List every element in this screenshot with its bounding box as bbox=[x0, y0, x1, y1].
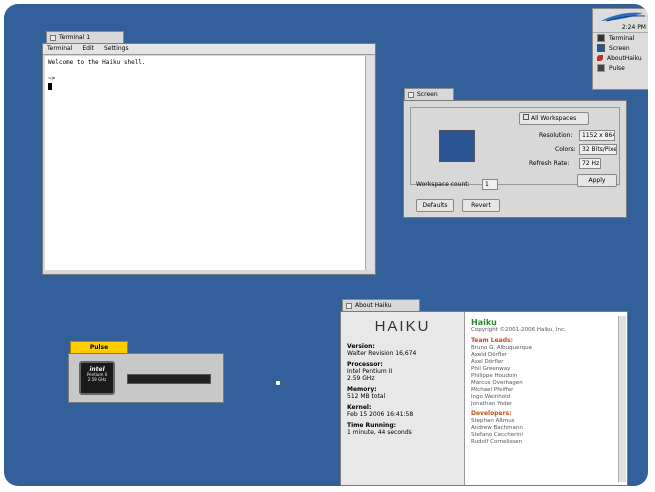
team-list: Bruno G. Albuquerque Axeld Dörfler Axel Dö… bbox=[471, 345, 615, 408]
team-heading: Team Leads: bbox=[471, 337, 513, 344]
team-member: Axeld Dörfler bbox=[471, 352, 507, 358]
uptime-value: 1 minute, 44 seconds bbox=[347, 429, 412, 436]
deskbar-item-screen[interactable]: Screen bbox=[593, 43, 648, 53]
deskbar-clock[interactable]: 2:24 PM bbox=[593, 23, 648, 33]
terminal-window: Terminal Edit Settings Welcome to the Ha… bbox=[42, 43, 376, 275]
processor-value: Intel Pentium II 2.59 GHz bbox=[347, 368, 393, 382]
checkbox-icon bbox=[523, 114, 529, 120]
apply-button[interactable]: Apply bbox=[577, 174, 617, 187]
terminal-tab[interactable]: Terminal 1 bbox=[46, 31, 124, 43]
deskbar-item-label: AboutHaiku bbox=[607, 54, 642, 62]
credits-view[interactable]: Haiku Copyright ©2001-2006 Haiku, Inc. T… bbox=[471, 318, 615, 481]
deskbar: 2:24 PM Terminal Screen AboutHaiku Pulse bbox=[592, 8, 648, 90]
revert-button[interactable]: Revert bbox=[462, 199, 500, 212]
close-icon[interactable] bbox=[346, 303, 352, 309]
team-member: Ingo Weinhold bbox=[471, 394, 511, 400]
deskbar-item-label: Pulse bbox=[609, 64, 625, 72]
developer-list: Stephan Aßmus Andrew Bachmann Stefano Cecc… bbox=[471, 418, 615, 446]
haiku-logo: HAIKU bbox=[374, 318, 431, 335]
cpu-load-bar bbox=[127, 374, 211, 384]
version-heading: Version: bbox=[347, 343, 375, 350]
screen-icon bbox=[597, 44, 605, 52]
haiku-leaf-icon bbox=[597, 55, 603, 61]
cpu-speed: 2.59 GHz bbox=[87, 377, 107, 382]
resolution-label: Resolution: bbox=[539, 132, 573, 139]
deskbar-item-terminal[interactable]: Terminal bbox=[593, 33, 648, 43]
workspaces-menu[interactable]: All Workspaces bbox=[519, 112, 589, 125]
refresh-select[interactable]: 72 Hz bbox=[579, 158, 601, 169]
screen-tab[interactable]: Screen bbox=[404, 88, 454, 100]
deskbar-item-label: Screen bbox=[609, 44, 630, 52]
terminal-line: Welcome to the Haiku shell. bbox=[48, 59, 146, 66]
credits-copyright: Copyright ©2001-2006 Haiku, Inc. bbox=[471, 327, 566, 333]
terminal-line: ~> bbox=[48, 75, 56, 82]
menu-terminal[interactable]: Terminal bbox=[43, 44, 77, 54]
about-tab[interactable]: About Haiku bbox=[342, 299, 420, 311]
about-window: HAIKU Version: Walter Revision 16,674 Pro… bbox=[340, 311, 628, 486]
about-left-panel: HAIKU Version: Walter Revision 16,674 Pro… bbox=[341, 312, 465, 485]
resolution-select[interactable]: 1152 x 864 bbox=[579, 130, 615, 141]
kernel-heading: Kernel: bbox=[347, 404, 372, 411]
mouse-pointer bbox=[276, 381, 280, 385]
colors-select[interactable]: 32 Bits/Pixel bbox=[579, 144, 617, 155]
workspace-count-select[interactable]: 1 bbox=[482, 179, 498, 190]
workspace-count-label: Workspace count: bbox=[416, 181, 470, 188]
team-member: Michael Pfeiffer bbox=[471, 387, 514, 393]
developer-name: Stephan Aßmus bbox=[471, 418, 515, 424]
deskbar-item-abouthaiku[interactable]: AboutHaiku bbox=[593, 53, 648, 63]
pulse-icon bbox=[597, 64, 605, 72]
close-icon[interactable] bbox=[50, 35, 56, 41]
window-title: Terminal 1 bbox=[59, 34, 91, 41]
deskbar-leaf-icon[interactable] bbox=[593, 9, 648, 23]
memory-heading: Memory: bbox=[347, 386, 377, 393]
processor-heading: Processor: bbox=[347, 361, 383, 368]
menu-edit[interactable]: Edit bbox=[77, 44, 99, 54]
credits-title: Haiku bbox=[471, 318, 497, 327]
screen-window: All Workspaces Resolution: 1152 x 864 Co… bbox=[403, 100, 627, 218]
deskbar-item-pulse[interactable]: Pulse bbox=[593, 63, 648, 73]
team-member: Axel Dörfler bbox=[471, 359, 504, 365]
uptime-heading: Time Running: bbox=[347, 422, 397, 429]
terminal-menubar: Terminal Edit Settings bbox=[43, 44, 375, 55]
memory-value: 512 MB total bbox=[347, 393, 386, 400]
kernel-value: Feb 15 2006 16:41:58 bbox=[347, 411, 414, 418]
terminal-cursor bbox=[48, 83, 52, 90]
credits-scrollbar[interactable] bbox=[618, 316, 626, 482]
version-value: Walter Revision 16,674 bbox=[347, 350, 417, 357]
terminal-scrollbar[interactable] bbox=[365, 56, 374, 270]
dev-heading: Developers: bbox=[471, 410, 512, 417]
pulse-window: intel Pentium II 2.59 GHz bbox=[68, 353, 224, 403]
deskbar-item-label: Terminal bbox=[609, 34, 635, 42]
developer-name: Andrew Bachmann bbox=[471, 425, 523, 431]
team-member: Philippe Houdoin bbox=[471, 373, 518, 379]
team-member: Marcus Overhagen bbox=[471, 380, 523, 386]
screen-panel: All Workspaces Resolution: 1152 x 864 Co… bbox=[410, 107, 620, 187]
cpu-chip-icon: intel Pentium II 2.59 GHz bbox=[79, 361, 115, 395]
menu-settings[interactable]: Settings bbox=[99, 44, 134, 54]
pulse-tab[interactable]: Pulse bbox=[70, 341, 128, 353]
developer-name: Rudolf Cornelissen bbox=[471, 439, 523, 445]
monitor-preview bbox=[439, 130, 475, 162]
colors-label: Colors: bbox=[555, 146, 576, 153]
window-title: Screen bbox=[417, 91, 438, 98]
team-member: Phil Greenway bbox=[471, 366, 511, 372]
terminal-icon bbox=[597, 34, 605, 42]
desktop[interactable]: 2:24 PM Terminal Screen AboutHaiku Pulse… bbox=[4, 4, 648, 486]
defaults-button[interactable]: Defaults bbox=[416, 199, 454, 212]
terminal-content[interactable]: Welcome to the Haiku shell. ~> bbox=[45, 56, 365, 270]
team-member: Jonathan Yoder bbox=[471, 401, 513, 407]
team-member: Bruno G. Albuquerque bbox=[471, 345, 533, 351]
close-icon[interactable] bbox=[408, 92, 414, 98]
refresh-label: Refresh Rate: bbox=[529, 160, 570, 167]
developer-name: Stefano Ceccherini bbox=[471, 432, 523, 438]
window-title: About Haiku bbox=[355, 302, 392, 309]
window-title: Pulse bbox=[89, 344, 109, 351]
